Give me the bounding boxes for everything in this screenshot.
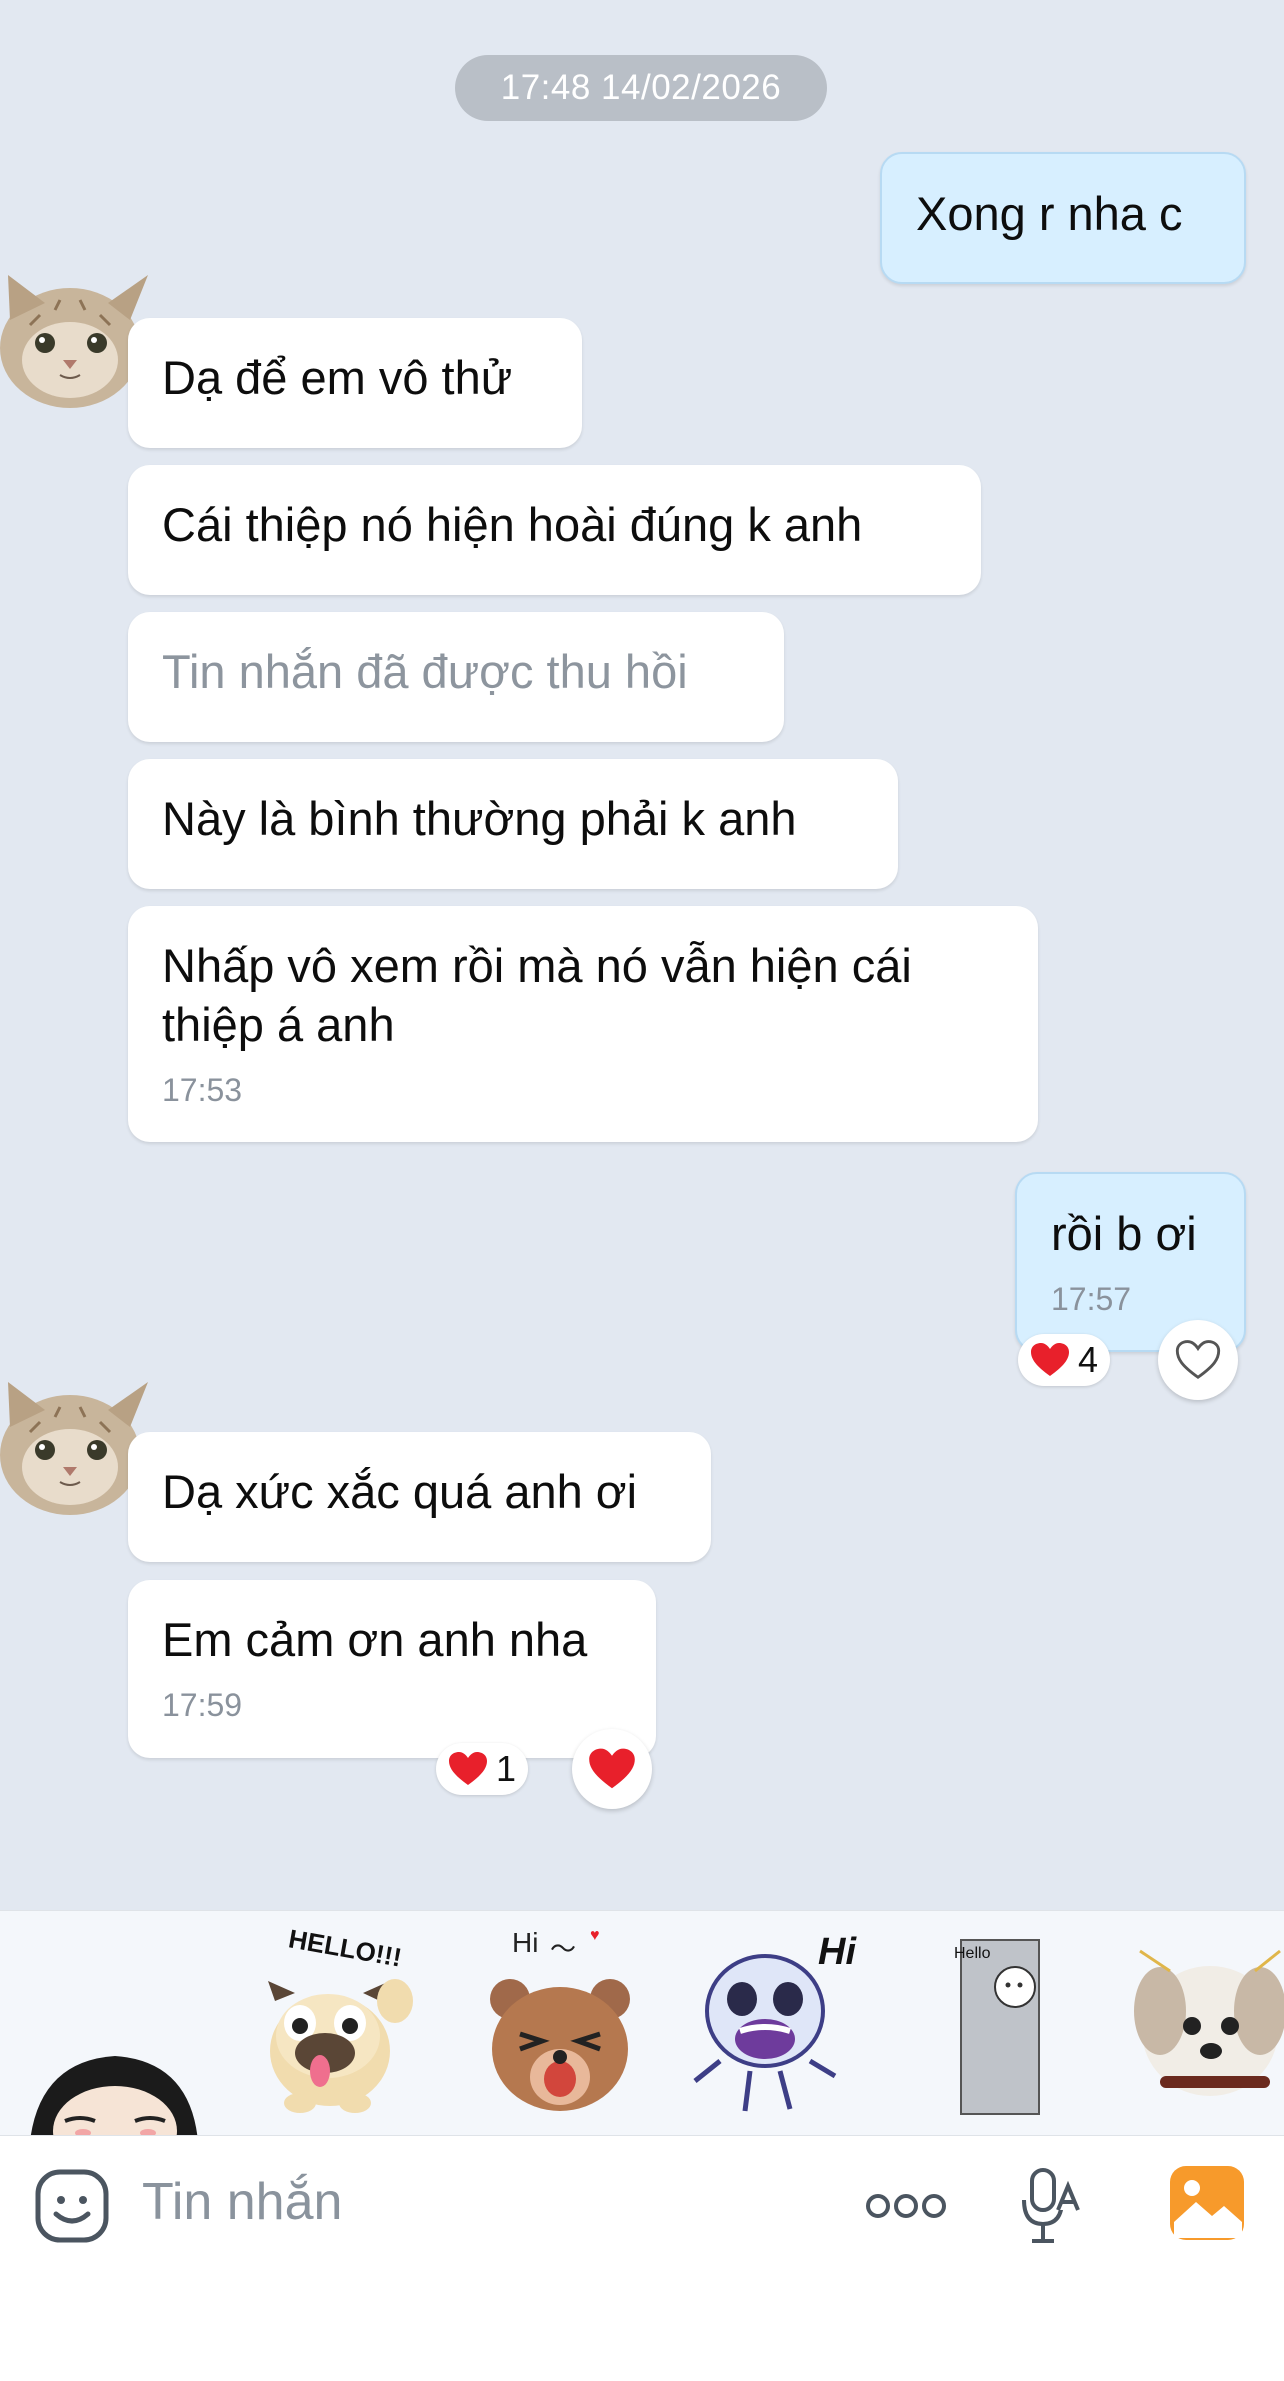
- message-timestamp: 17:59: [162, 1687, 243, 1723]
- message-bubble-incoming[interactable]: Dạ xức xắc quá anh ơi: [128, 1432, 711, 1562]
- message-timestamp: 17:57: [1051, 1281, 1132, 1317]
- recalled-message-text: Tin nhắn đã được thu hồi: [162, 645, 688, 698]
- message-text: Dạ xức xắc quá anh ơi: [162, 1465, 638, 1518]
- girl-sticker[interactable]: [20, 2041, 200, 2136]
- message-timestamp: 17:53: [162, 1072, 243, 1108]
- bear-hi-sticker[interactable]: Hi 〜 ♥: [480, 1927, 640, 2129]
- heart-outline-icon: [1175, 1340, 1221, 1380]
- date-divider: 17:48 14/02/2026: [455, 55, 827, 121]
- bear-door-sticker[interactable]: Hello: [954, 1939, 1040, 2115]
- sticker-caption: Hi: [818, 1931, 856, 1973]
- message-bubble-incoming[interactable]: Em cảm ơn anh nha 17:59: [128, 1580, 656, 1758]
- sticker-heart-decoration: ♥: [590, 1927, 600, 1944]
- dog-sticker[interactable]: [1130, 1931, 1284, 2111]
- message-bubble-outgoing[interactable]: Xong r nha c: [880, 152, 1246, 284]
- sticker-decoration: 〜: [550, 1934, 577, 1964]
- reaction-summary[interactable]: 4: [1018, 1334, 1111, 1386]
- sticker-caption: Hi: [512, 1927, 539, 1958]
- emoji-icon[interactable]: [34, 2168, 110, 2244]
- voice-to-text-icon[interactable]: [1018, 2166, 1082, 2248]
- reaction-count: 4: [1078, 1339, 1099, 1380]
- recalled-message-bubble[interactable]: Tin nhắn đã được thu hồi: [128, 612, 784, 742]
- image-gallery-icon[interactable]: [1168, 2164, 1246, 2242]
- message-bubble-incoming[interactable]: Này là bình thường phải k anh: [128, 759, 898, 889]
- message-bubble-incoming[interactable]: Dạ để em vô thử: [128, 318, 582, 448]
- sticker-suggestion-bar[interactable]: HELLO!!! Hi 〜 ♥ Hi Hello: [0, 1910, 1284, 2136]
- more-options-icon[interactable]: [864, 2190, 948, 2222]
- react-button[interactable]: [572, 1729, 652, 1809]
- bear-peek-illustration: [994, 1966, 1036, 2008]
- message-text: Nhấp vô xem rồi mà nó vẫn hiện cái thiệp…: [162, 939, 912, 1051]
- sticker-caption: Hello: [954, 1945, 991, 1962]
- reaction-summary[interactable]: 1: [436, 1743, 529, 1795]
- message-text: Xong r nha c: [916, 187, 1183, 240]
- pug-hello-sticker[interactable]: HELLO!!!: [240, 1923, 430, 2121]
- message-input[interactable]: Tin nhắn: [142, 2172, 342, 2232]
- chat-area[interactable]: 17:48 14/02/2026 Xong r nha c Dạ để em v…: [0, 0, 1284, 1910]
- heart-icon: [449, 1752, 487, 1785]
- message-text: Này là bình thường phải k anh: [162, 792, 797, 845]
- heart-icon: [1031, 1343, 1069, 1376]
- message-text: Cái thiệp nó hiện hoài đúng k anh: [162, 498, 863, 551]
- react-button[interactable]: [1158, 1320, 1238, 1400]
- message-bubble-incoming[interactable]: Nhấp vô xem rồi mà nó vẫn hiện cái thiệp…: [128, 906, 1038, 1142]
- heart-icon: [589, 1748, 635, 1789]
- message-bubble-incoming[interactable]: Cái thiệp nó hiện hoài đúng k anh: [128, 465, 981, 595]
- message-text: Dạ để em vô thử: [162, 351, 513, 404]
- message-text: rồi b ơi: [1051, 1207, 1197, 1260]
- skeleton-hi-sticker[interactable]: Hi: [680, 1931, 870, 2121]
- reaction-count: 1: [496, 1748, 517, 1789]
- message-text: Em cảm ơn anh nha: [162, 1613, 588, 1666]
